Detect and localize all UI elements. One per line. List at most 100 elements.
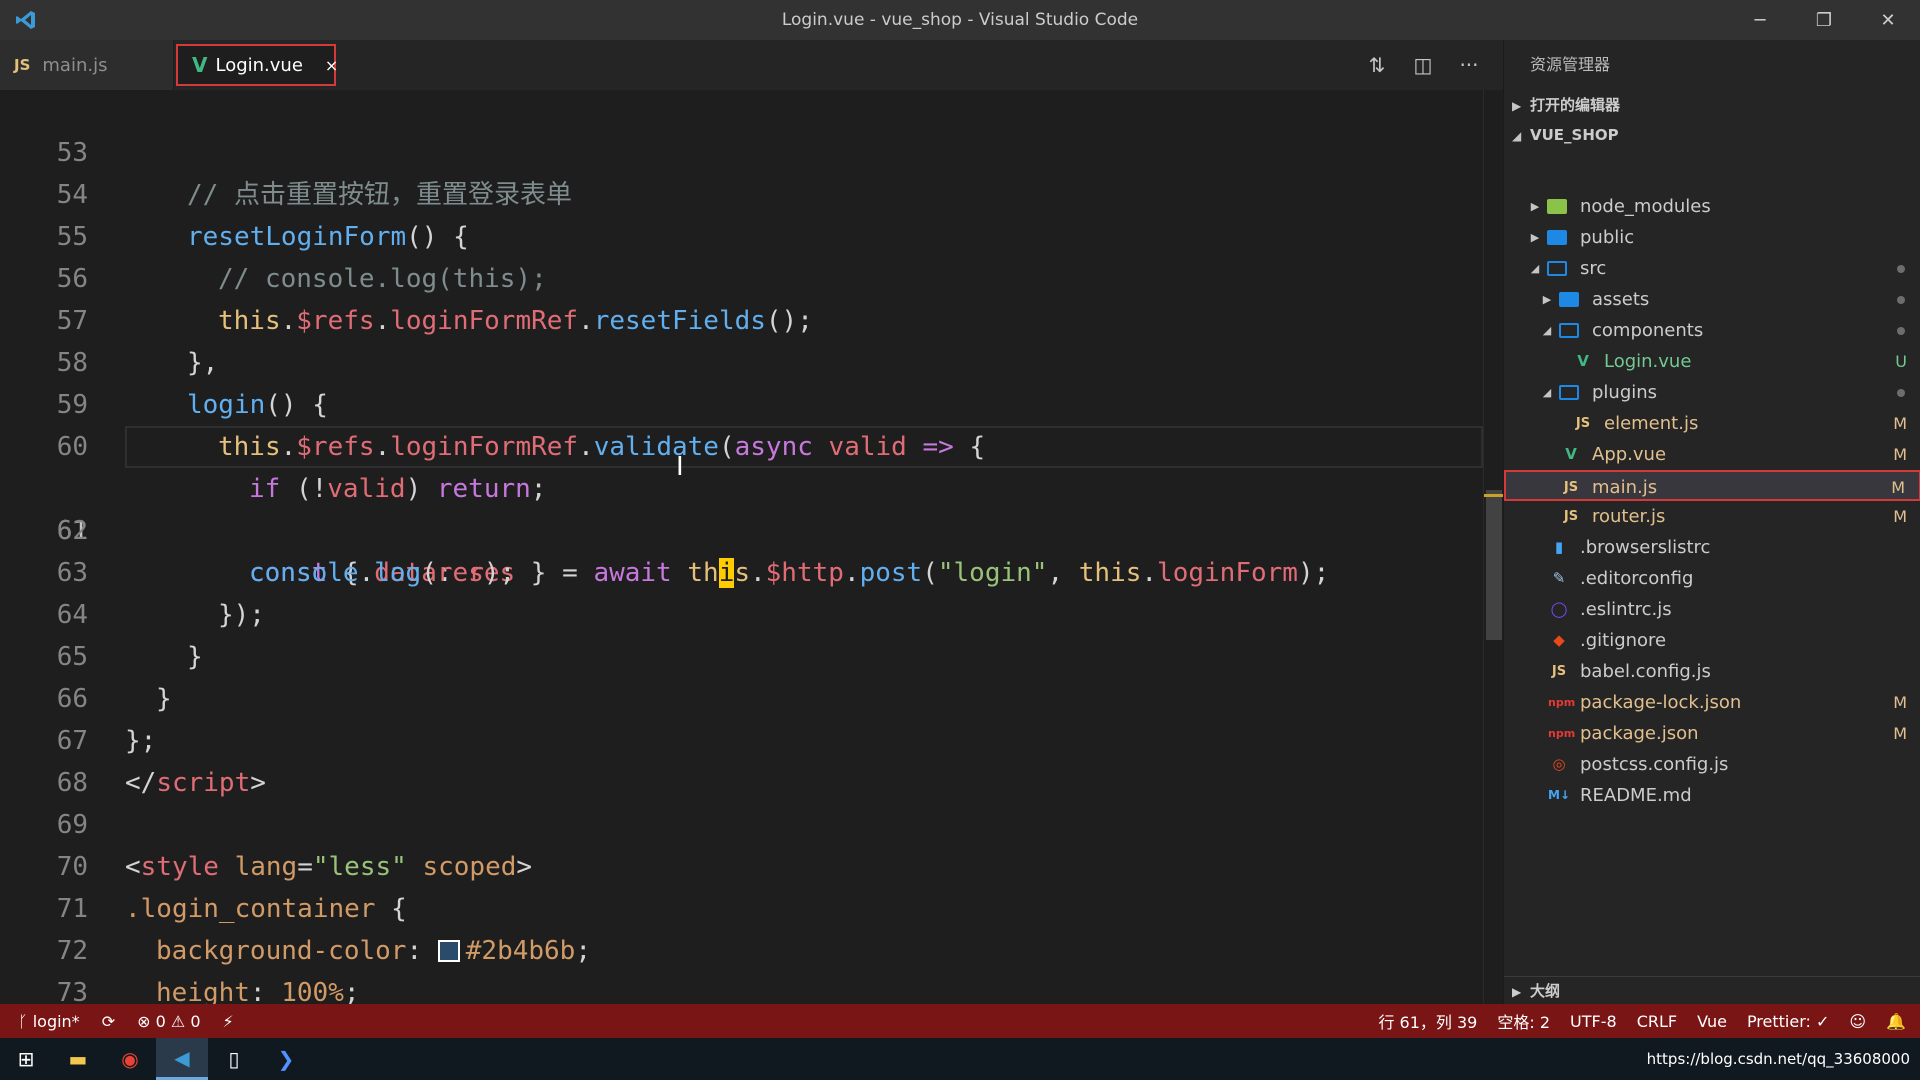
tree-item-gitignore[interactable]: ◆ .gitignore: [1504, 625, 1920, 656]
file-explorer-icon[interactable]: ▬: [52, 1038, 104, 1080]
vue-file-icon: V: [1565, 445, 1577, 463]
tree-item-router-js[interactable]: JS router.js M: [1504, 501, 1920, 532]
chevron-right-icon: ▶: [1530, 231, 1540, 244]
git-icon: ◆: [1553, 631, 1565, 649]
folder-open-icon: [1558, 377, 1580, 408]
feedback-smiley-icon[interactable]: ☺: [1849, 1012, 1866, 1031]
workspace-section[interactable]: ◢ VUE_SHOP: [1504, 120, 1920, 150]
tree-item-browserslistrc[interactable]: ▮ .browserslistrc: [1504, 532, 1920, 563]
problems-indicator[interactable]: ⊗ 0 ⚠ 0: [137, 1012, 200, 1031]
code-line: 60 if (!valid) return;: [0, 384, 1503, 504]
code-line: 73 }: [0, 930, 1503, 1004]
powershell-icon[interactable]: ❯: [260, 1038, 312, 1080]
npm-icon: npm: [1548, 696, 1576, 709]
code-line: 65 }: [0, 594, 1503, 714]
file-icon: ▮: [1554, 538, 1564, 556]
tree-item-readme[interactable]: M↓ README.md: [1504, 780, 1920, 811]
js-file-icon: JS: [1575, 416, 1591, 431]
windows-start-icon[interactable]: ⊞: [0, 1038, 52, 1080]
close-tab-icon[interactable]: ×: [325, 56, 338, 75]
js-file-icon: JS: [1563, 509, 1579, 524]
close-icon[interactable]: ✕: [1856, 0, 1920, 40]
code-editor[interactable]: 53 // 点击重置按钮，重置登录表单 54 resetLoginForm() …: [0, 90, 1503, 1004]
restore-icon[interactable]: ❐: [1792, 0, 1856, 40]
tree-item-assets[interactable]: ▶ assets: [1504, 284, 1920, 315]
code-line: 74: [0, 972, 1503, 1004]
chrome-icon[interactable]: ◉: [104, 1038, 156, 1080]
end-of-line[interactable]: CRLF: [1637, 1012, 1677, 1031]
tree-item-public[interactable]: ▶ public: [1504, 222, 1920, 253]
code-line: 70 .login_container {: [0, 804, 1503, 924]
npm-icon: npm: [1548, 727, 1576, 740]
explorer-sidebar: 资源管理器 ▶ 打开的编辑器 ◢ VUE_SHOP ▶ node_modules ▶…: [1503, 40, 1920, 1004]
encoding[interactable]: UTF-8: [1570, 1012, 1617, 1031]
code-line: 59 this.$refs.loginFormRef.validate(asyn…: [0, 342, 1503, 462]
notifications-bell-icon[interactable]: 🔔: [1886, 1012, 1906, 1031]
tree-item-postcss-config[interactable]: ◎ postcss.config.js: [1504, 749, 1920, 780]
scrollbar-marker: [1484, 494, 1504, 497]
tab-login-vue[interactable]: V Login.vue ×: [176, 44, 338, 86]
scrollbar-thumb[interactable]: [1486, 490, 1502, 640]
cursor-position[interactable]: 行 61，列 39: [1378, 1009, 1477, 1033]
markdown-icon: M↓: [1548, 788, 1570, 802]
code-line: 57 },: [0, 258, 1503, 378]
tree-item-src[interactable]: ◢ src: [1504, 253, 1920, 284]
tree-item-main-js[interactable]: JS main.js M: [1504, 470, 1920, 501]
tab-main-js[interactable]: JS main.js: [0, 40, 174, 90]
tree-item-element-js[interactable]: JS element.js M: [1504, 408, 1920, 439]
minimize-icon[interactable]: ─: [1728, 0, 1792, 40]
chevron-right-icon: ▶: [1542, 293, 1552, 306]
js-file-icon: JS: [14, 56, 31, 74]
tree-item-eslintrc[interactable]: ◯ .eslintrc.js: [1504, 594, 1920, 625]
code-line: 66 };: [0, 636, 1503, 756]
modified-dot: [1897, 296, 1905, 304]
code-line: 55 // console.log(this);: [0, 174, 1503, 294]
chevron-down-icon: ◢: [1542, 386, 1552, 399]
tree-item-babel-config[interactable]: JS babel.config.js: [1504, 656, 1920, 687]
code-line: 68: [0, 720, 1503, 798]
open-editors-section[interactable]: ▶ 打开的编辑器: [1504, 90, 1920, 120]
prettier-status[interactable]: Prettier: ✓: [1747, 1012, 1829, 1031]
code-line: 64 }: [0, 552, 1503, 672]
modified-dot: [1897, 389, 1905, 397]
tree-item-editorconfig[interactable]: ✎ .editorconfig: [1504, 563, 1920, 594]
error-icon: ⊗: [137, 1011, 151, 1031]
editor-tab-bar: JS main.js V Login.vue × ⇅ ◫ ···: [0, 40, 1503, 90]
vscode-taskbar-icon[interactable]: ◀: [156, 1038, 208, 1080]
notepad-icon[interactable]: ▯: [208, 1038, 260, 1080]
source-compare-icon[interactable]: ⇅: [1365, 53, 1389, 77]
language-mode[interactable]: Vue: [1697, 1012, 1727, 1031]
js-file-icon: JS: [1551, 664, 1567, 679]
split-editor-icon[interactable]: ◫: [1411, 53, 1435, 77]
status-bar: ᚴ login* ⟳ ⊗ 0 ⚠ 0 ⚡ 行 61，列 39 空格: 2 UTF…: [0, 1004, 1920, 1038]
outline-section[interactable]: ▶ 大纲: [1504, 976, 1920, 1004]
watermark-url: https://blog.csdn.net/qq_33608000: [1646, 1050, 1910, 1068]
windows-taskbar: ⊞ ▬ ◉ ◀ ▯ ❯ https://blog.csdn.net/qq_336…: [0, 1038, 1920, 1080]
more-actions-icon[interactable]: ···: [1457, 53, 1481, 77]
sync-icon[interactable]: ⟳: [102, 1012, 115, 1031]
git-branch[interactable]: ᚴ login*: [18, 1012, 80, 1031]
chevron-down-icon: ◢: [1530, 262, 1540, 275]
tree-item-app-vue[interactable]: V App.vue M: [1504, 439, 1920, 470]
code-line: 62 console.log(res);: [0, 468, 1503, 588]
lightning-icon[interactable]: ⚡: [223, 1012, 234, 1031]
folder-icon: [1558, 284, 1580, 315]
window-title: Login.vue - vue_shop - Visual Studio Cod…: [781, 10, 1139, 30]
folder-node-icon: [1546, 191, 1568, 222]
vscode-logo-icon[interactable]: [0, 0, 52, 40]
code-line: 58 login() {: [0, 300, 1503, 420]
vue-file-icon: V: [192, 53, 208, 77]
editor-scrollbar[interactable]: [1483, 90, 1504, 1004]
indentation[interactable]: 空格: 2: [1497, 1009, 1550, 1033]
chevron-right-icon: ▶: [1530, 200, 1540, 213]
tab-label: main.js: [42, 54, 108, 76]
code-line: 53 // 点击重置按钮，重置登录表单: [0, 90, 1503, 210]
tree-item-package-lock[interactable]: npm package-lock.json M: [1504, 687, 1920, 718]
tree-item-login-vue[interactable]: V Login.vue U: [1504, 346, 1920, 377]
tree-item-package-json[interactable]: npm package.json M: [1504, 718, 1920, 749]
tree-item-node-modules[interactable]: ▶ node_modules: [1504, 191, 1920, 222]
branch-icon: ᚴ: [18, 1011, 28, 1031]
tree-item-components[interactable]: ◢ components: [1504, 315, 1920, 346]
tree-item-plugins[interactable]: ◢ plugins: [1504, 377, 1920, 408]
chevron-down-icon: ◢: [1512, 129, 1522, 143]
